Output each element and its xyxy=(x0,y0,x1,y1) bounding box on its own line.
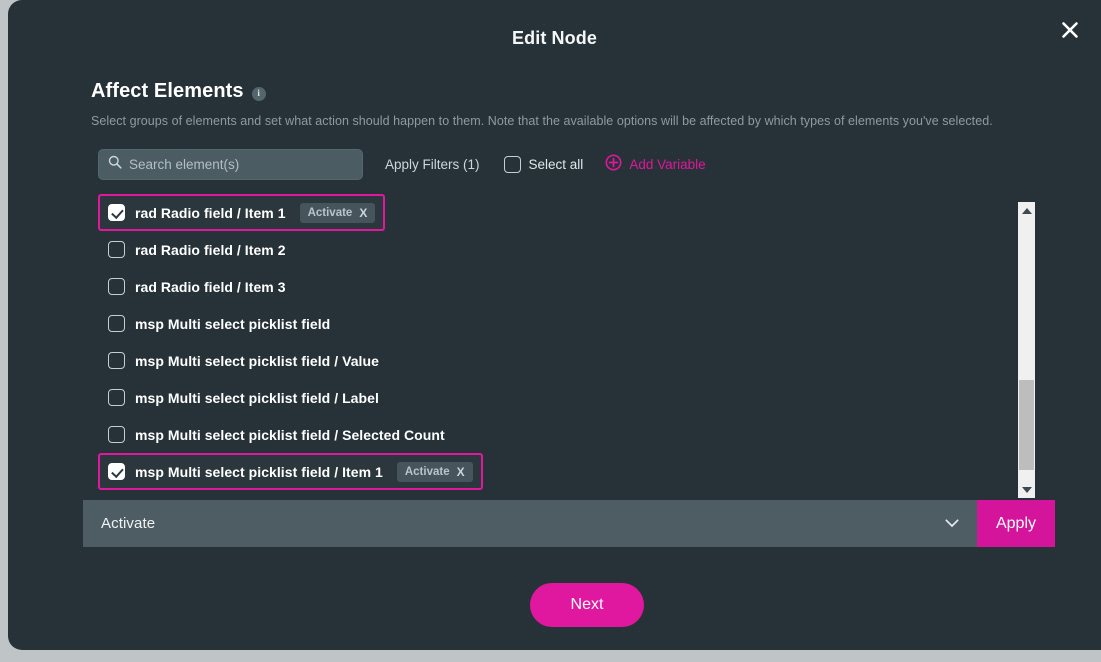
list-item-checkbox[interactable] xyxy=(108,278,125,295)
action-badge-label: Activate xyxy=(405,466,450,478)
list-item-checkbox[interactable] xyxy=(108,389,125,406)
section-title-row: Affect Elements i xyxy=(91,80,1061,103)
add-variable-button[interactable]: Add Variable xyxy=(605,154,705,176)
list-item[interactable]: msp Multi select picklist field xyxy=(98,305,340,342)
list-item-checkbox[interactable] xyxy=(108,241,125,258)
list-item[interactable]: rad Radio field / Item 2 xyxy=(98,231,296,268)
list-item-label: msp Multi select picklist field / Value xyxy=(135,353,379,369)
add-variable-label: Add Variable xyxy=(629,157,705,172)
list-item-label: msp Multi select picklist field / Label xyxy=(135,390,379,406)
scrollbar-down-button[interactable] xyxy=(1018,481,1035,498)
action-badge[interactable]: Activate X xyxy=(397,462,473,482)
list-item-checkbox[interactable] xyxy=(108,315,125,332)
action-badge[interactable]: Activate X xyxy=(300,203,376,223)
list-item-label: rad Radio field / Item 3 xyxy=(135,279,286,295)
select-all-label: Select all xyxy=(529,157,584,172)
action-bar: Activate Apply xyxy=(83,500,1055,547)
chevron-down-icon xyxy=(945,515,959,533)
list-item-checkbox[interactable] xyxy=(108,426,125,443)
toolbar: Apply Filters (1) Select all Add Variabl… xyxy=(98,149,706,180)
list-item[interactable]: msp Multi select picklist field / Value xyxy=(98,342,389,379)
list-item[interactable]: rad Radio field / Item 1 Activate X xyxy=(98,194,385,231)
modal-title: Edit Node xyxy=(8,28,1101,49)
edit-node-modal: Edit Node Affect Elements i Select group… xyxy=(8,0,1101,650)
next-button[interactable]: Next xyxy=(530,583,644,627)
plus-circle-icon xyxy=(605,154,622,176)
list-item-label: rad Radio field / Item 1 xyxy=(135,205,286,221)
close-icon[interactable] xyxy=(1055,15,1085,45)
list-item-checkbox[interactable] xyxy=(108,463,125,480)
element-list-viewport: rad Radio field / Item 1 Activate Xrad Rad… xyxy=(98,194,1010,504)
list-item[interactable]: msp Multi select picklist field / Item 1… xyxy=(98,453,483,490)
action-select[interactable]: Activate xyxy=(83,500,977,547)
action-badge-remove-icon[interactable]: X xyxy=(359,206,367,220)
action-select-value: Activate xyxy=(101,515,155,532)
action-badge-label: Activate xyxy=(308,207,353,219)
list-scrollbar[interactable] xyxy=(1018,202,1035,498)
search-icon xyxy=(108,155,122,174)
page-title: Affect Elements xyxy=(91,80,244,103)
list-item[interactable]: msp Multi select picklist field / Label xyxy=(98,379,389,416)
scrollbar-thumb[interactable] xyxy=(1019,380,1034,470)
scrollbar-up-button[interactable] xyxy=(1018,202,1035,219)
apply-button[interactable]: Apply xyxy=(977,500,1055,547)
select-all-control[interactable]: Select all xyxy=(504,156,584,173)
section-description: Select groups of elements and set what a… xyxy=(91,114,1061,128)
chevron-down-icon xyxy=(1022,487,1032,493)
search-field[interactable] xyxy=(98,149,363,180)
search-input[interactable] xyxy=(129,157,353,172)
affect-elements-section: Affect Elements i Select groups of eleme… xyxy=(91,80,1061,128)
list-item-label: msp Multi select picklist field / Select… xyxy=(135,427,445,443)
select-all-checkbox[interactable] xyxy=(504,156,521,173)
list-item[interactable]: rad Radio field / Item 3 xyxy=(98,268,296,305)
list-item-label: msp Multi select picklist field xyxy=(135,316,330,332)
list-item-checkbox[interactable] xyxy=(108,204,125,221)
list-item[interactable]: msp Multi select picklist field / Select… xyxy=(98,416,455,453)
chevron-up-icon xyxy=(1022,208,1032,214)
list-item-label: msp Multi select picklist field / Item 1 xyxy=(135,464,383,480)
list-item-label: rad Radio field / Item 2 xyxy=(135,242,286,258)
apply-filters-button[interactable]: Apply Filters (1) xyxy=(385,157,480,172)
element-list: rad Radio field / Item 1 Activate Xrad Rad… xyxy=(98,194,1010,504)
list-item-checkbox[interactable] xyxy=(108,352,125,369)
info-icon[interactable]: i xyxy=(252,87,266,101)
action-badge-remove-icon[interactable]: X xyxy=(457,465,465,479)
